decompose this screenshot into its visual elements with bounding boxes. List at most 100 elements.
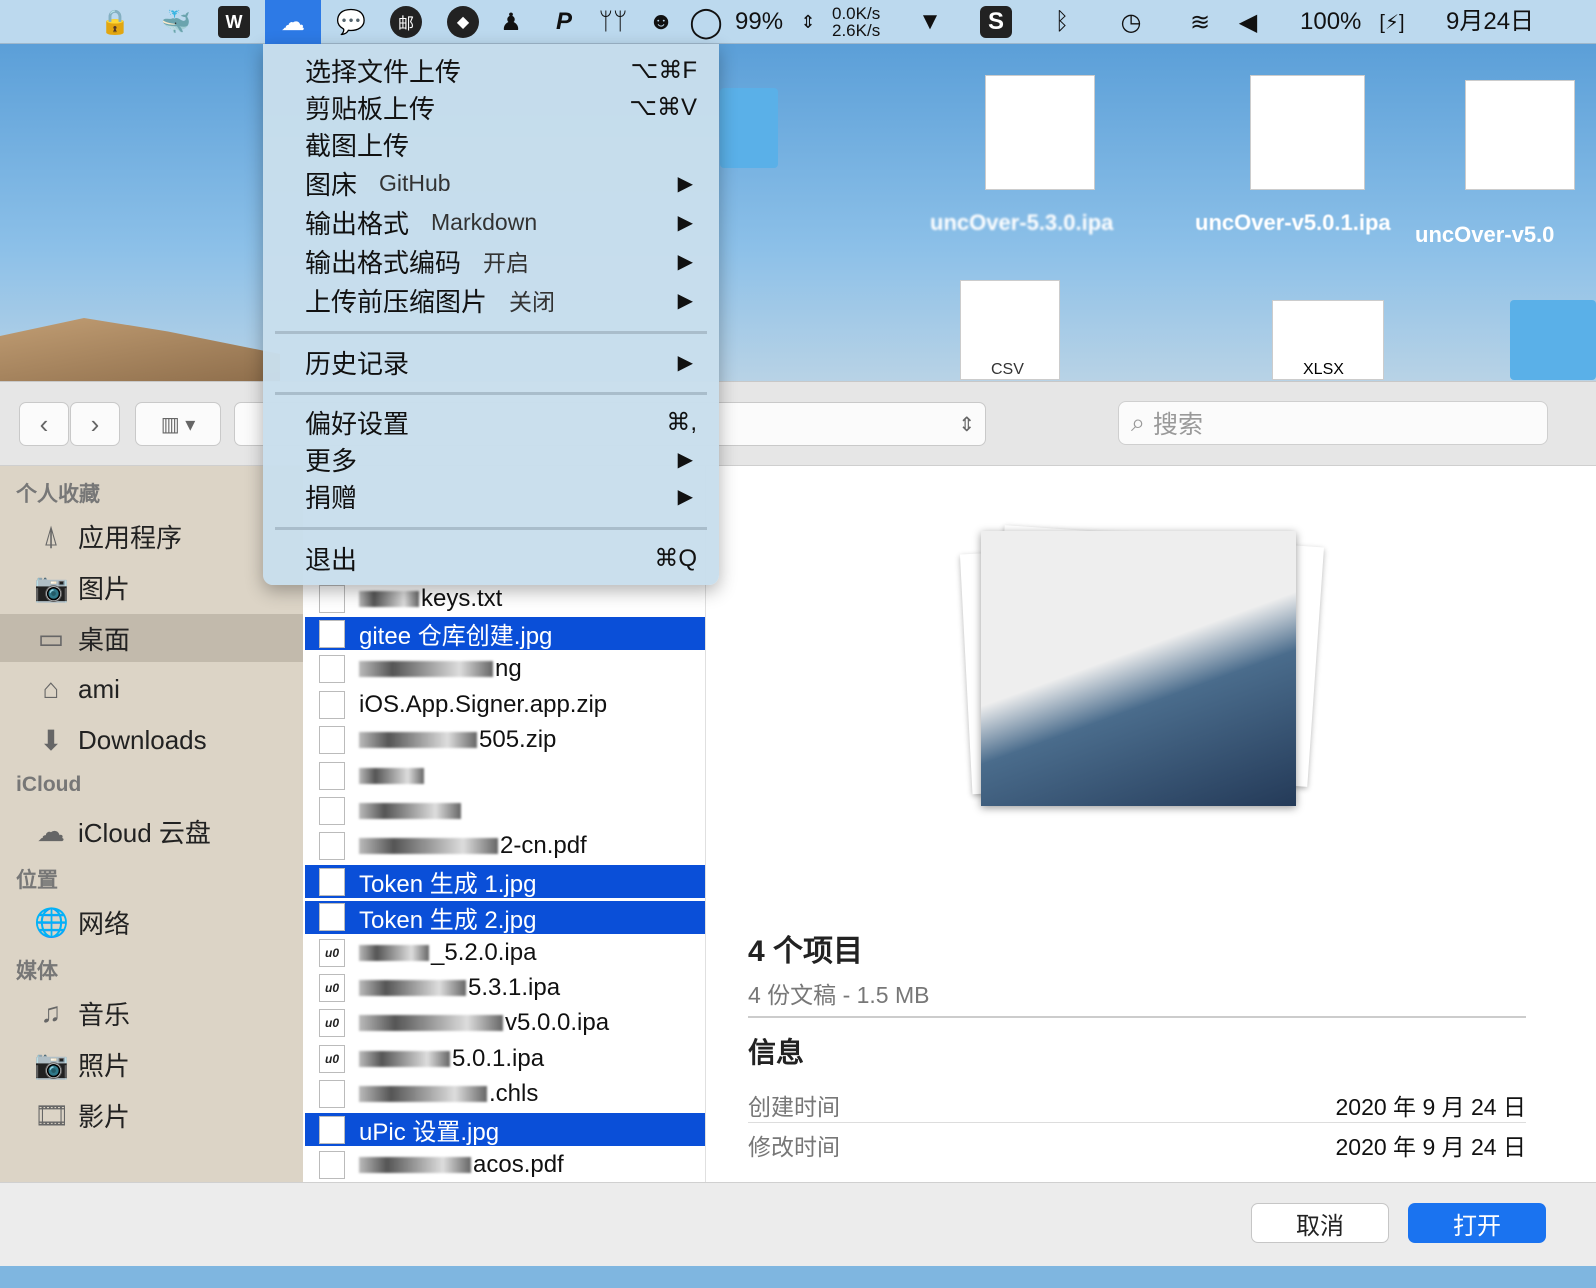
clock-date[interactable]: 9月24日 (1446, 6, 1534, 38)
file-row[interactable]: 2-cn.pdf (305, 830, 705, 863)
dingtalk-icon[interactable]: ◆ (447, 6, 479, 38)
wifi-icon[interactable]: ≋ (1180, 6, 1220, 38)
menu-item[interactable]: 选择文件上传 ⌥⌘F (305, 52, 699, 88)
network-speed[interactable]: 0.0K/s 2.6K/s (832, 5, 880, 39)
s-app-icon[interactable]: S (980, 6, 1012, 38)
menu-item[interactable]: 输出格式 Markdown ▶ (305, 204, 699, 240)
volume-icon[interactable]: ◀ (1238, 6, 1258, 38)
sidebar-item-icon: ⬇ (39, 724, 63, 756)
menu-item[interactable]: 上传前压缩图片 关闭 ▶ (305, 282, 699, 318)
file-row[interactable]: .chls (305, 1078, 705, 1111)
file-row[interactable]: uPic 设置.jpg (305, 1113, 705, 1146)
file-row[interactable]: u0 5.0.1.ipa (305, 1042, 705, 1075)
file-row[interactable]: ng (305, 653, 705, 686)
cancel-button[interactable]: 取消 (1251, 1203, 1389, 1243)
open-button[interactable]: 打开 (1408, 1203, 1546, 1243)
menu-item-label: 截图上传 (305, 130, 410, 161)
submenu-arrow-icon: ▶ (677, 448, 693, 471)
submenu-arrow-icon: ▶ (677, 172, 693, 195)
csv-label: CSV (991, 361, 1024, 378)
file-name: .chls (489, 1080, 539, 1108)
file-row[interactable]: iOS.App.Signer.app.zip (305, 688, 705, 721)
mail-icon[interactable]: 邮 (390, 6, 422, 38)
file-row[interactable]: Token 生成 1.jpg (305, 865, 705, 899)
view-mode-button[interactable]: ▥ ▾ (135, 402, 221, 446)
sidebar-item[interactable]: ☁ iCloud 云盘 (0, 807, 303, 855)
sidebar-item-label: 照片 (78, 1050, 131, 1081)
sidebar-item[interactable]: 📷 图片 (0, 563, 303, 611)
search-placeholder: 搜索 (1153, 411, 1204, 439)
desktop-file-icon[interactable] (985, 75, 1095, 190)
owl-icon[interactable]: ☻ (645, 6, 677, 38)
docker-icon[interactable]: 🐳 (158, 6, 194, 38)
back-button[interactable]: ‹ (19, 402, 69, 446)
time-machine-icon[interactable]: ◷ (1113, 6, 1149, 38)
divider (748, 1122, 1526, 1123)
file-row[interactable]: keys.txt (305, 582, 705, 615)
file-row[interactable]: acos.pdf (305, 1148, 705, 1181)
sidebar-item[interactable]: ⬇ Downloads (0, 716, 303, 764)
redacted-text (359, 732, 477, 749)
menu-item[interactable]: 输出格式编码 开启 ▶ (305, 243, 699, 279)
desktop-file-icon[interactable] (1465, 80, 1575, 190)
display-icon[interactable]: ▼ (910, 6, 950, 38)
p-app-icon[interactable]: P (552, 6, 576, 38)
qq-penguin-icon[interactable]: ♟ (497, 6, 525, 38)
sidebar-item[interactable]: 🌐 网络 (0, 898, 303, 946)
file-row[interactable]: 505.zip (305, 724, 705, 757)
forward-button[interactable]: › (70, 402, 120, 446)
sidebar-item-icon: 📷 (34, 1048, 69, 1080)
menu-item[interactable]: 退出 ⌘Q (305, 540, 699, 576)
dialog-toolbar: ‹ › ▥ ▾ ⇕ ⌕ 搜索 (0, 382, 1596, 466)
file-row[interactable]: u0 _5.2.0.ipa (305, 936, 705, 969)
file-name: v5.0.0.ipa (505, 1009, 610, 1037)
sidebar-item-label: Downloads (78, 724, 207, 755)
file-row[interactable]: u0 5.3.1.ipa (305, 971, 705, 1004)
circle-icon[interactable]: ◯ (689, 6, 723, 39)
menu-item[interactable]: 图床 GitHub ▶ (305, 165, 699, 201)
desktop-folder-icon[interactable] (720, 88, 778, 168)
upic-cloud-upload-icon[interactable]: ☁ (265, 0, 321, 44)
file-row[interactable]: Token 生成 2.jpg (305, 900, 705, 934)
desktop-xlsx-icon[interactable]: XLSX (1272, 300, 1384, 380)
sidebar-item[interactable]: ⌂ ami (0, 665, 303, 713)
search-input[interactable]: ⌕ 搜索 (1118, 401, 1548, 445)
wechat-icon[interactable]: 💬 (332, 6, 370, 38)
menu-item-label: 剪贴板上传 (305, 93, 436, 124)
file-list: keys.txt gitee 仓库创建.jpg ng iOS.App.Signer.a… (303, 582, 706, 1182)
file-row[interactable] (305, 759, 705, 792)
net-up: 0.0K/s (832, 4, 881, 23)
wps-icon[interactable]: W (218, 6, 250, 38)
desktop-file-icon[interactable] (1250, 75, 1365, 190)
bluetooth-icon[interactable]: ᛒ (1050, 6, 1074, 38)
battery-level[interactable]: 100% (1300, 6, 1361, 38)
sidebar-item[interactable]: ♫ 音乐 (0, 989, 303, 1037)
desktop-folder-icon[interactable] (1510, 300, 1596, 380)
sidebar-item[interactable]: ▭ 桌面 (0, 614, 303, 662)
file-row[interactable]: u0 v5.0.0.ipa (305, 1007, 705, 1040)
sidebar-item[interactable]: 🎞 影片 (0, 1091, 303, 1139)
sidebar-item-label: 应用程序 (78, 522, 183, 553)
airpods-icon[interactable]: ᛘᛘ (595, 6, 631, 38)
sidebar-item[interactable]: 📷 照片 (0, 1040, 303, 1088)
battery-charging-icon[interactable]: [⚡] (1370, 6, 1414, 38)
menu-item[interactable]: 偏好设置 ⌘, (305, 404, 699, 440)
file-icon: u0 (319, 1044, 345, 1073)
menu-item[interactable]: 历史记录 ▶ (305, 344, 699, 380)
desktop-file-label: uncOver-5.3.0.ipa (930, 210, 1114, 235)
menu-item[interactable]: 更多 ▶ (305, 441, 699, 477)
menu-item-value: 关闭 (509, 289, 556, 315)
file-name: 2-cn.pdf (500, 832, 587, 860)
file-name: Token 生成 2.jpg (359, 906, 537, 934)
file-row[interactable] (305, 794, 705, 827)
file-row[interactable]: gitee 仓库创建.jpg (305, 617, 705, 651)
modified-value: 2020 年 9 月 24 日 (1335, 1134, 1527, 1160)
menu-item[interactable]: 剪贴板上传 ⌥⌘V (305, 89, 699, 125)
file-icon (319, 1150, 345, 1179)
menu-item[interactable]: 捐赠 ▶ (305, 478, 699, 514)
menu-item[interactable]: 截图上传 (305, 126, 699, 162)
search-icon: ⌕ (1131, 408, 1146, 437)
vpn-lock-icon[interactable]: 🔒 (95, 6, 135, 38)
sidebar-item[interactable]: ⍋ 应用程序 (0, 512, 303, 560)
desktop-csv-icon[interactable]: CSV (960, 280, 1060, 380)
